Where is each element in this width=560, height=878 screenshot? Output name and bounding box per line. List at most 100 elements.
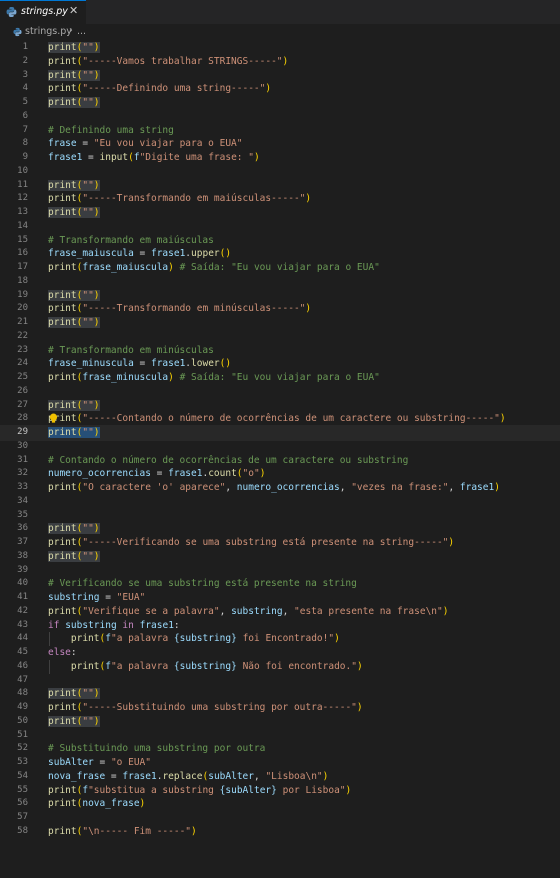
code-line-1[interactable]: 1 print(""): [0, 41, 560, 55]
code-text: print("-----Contando o número de ocorrên…: [48, 413, 506, 425]
code-line-43[interactable]: 43 if substring in frase1:: [0, 619, 560, 633]
code-text: # Contando o número de ocorrências de um…: [48, 454, 409, 466]
code-line-3[interactable]: 3 print(""): [0, 69, 560, 83]
line-number: 13: [17, 207, 28, 217]
code-line-51[interactable]: 51: [0, 729, 560, 743]
code-text: print(f"substitua a substring {subAlter}…: [48, 784, 352, 796]
code-line-29[interactable]: 29 print(""): [0, 425, 560, 441]
code-text: print("-----Transformando em maiúsculas-…: [48, 193, 312, 205]
breadcrumb: strings.py › ...: [0, 25, 560, 40]
code-text: print(frase_maiuscula) # Saída: "Eu vou …: [48, 262, 380, 273]
code-line-44[interactable]: 44 print(f"a palavra {substring} foi Enc…: [0, 632, 560, 646]
code-line-56[interactable]: 56 print(nova_frase): [0, 797, 560, 811]
code-line-23[interactable]: 23 # Transformando em minúsculas: [0, 344, 560, 358]
line-number: 30: [17, 440, 28, 451]
code-line-40[interactable]: 40 # Verificando se uma substring está pr…: [0, 577, 560, 591]
code-line-4[interactable]: 4 print("-----Definindo uma string-----"): [0, 82, 560, 96]
line-number: 54: [17, 770, 28, 781]
code-text: substring = "EUA": [48, 592, 146, 603]
code-text: # Definindo uma string: [48, 124, 174, 136]
code-text: frase1 = input(f"Digite uma frase: "): [48, 152, 260, 163]
code-line-8[interactable]: 8 frase = "Eu vou viajar para o EUA": [0, 137, 560, 151]
code-line-48[interactable]: 48 print(""): [0, 687, 560, 701]
code-line-37[interactable]: 37 print("-----Verificando se uma substri…: [0, 536, 560, 550]
code-line-22[interactable]: 22: [0, 330, 560, 344]
line-number: 49: [17, 702, 28, 712]
code-text: else:: [48, 647, 77, 658]
code-text: print(""): [48, 550, 100, 562]
code-line-10[interactable]: 10: [0, 165, 560, 179]
code-line-49[interactable]: 49 print("-----Substituindo uma substring…: [0, 701, 560, 715]
line-number: 51: [17, 729, 28, 740]
code-line-2[interactable]: 2 print("-----Vamos trabalhar STRINGS----…: [0, 55, 560, 69]
code-text: frase_minuscula = frase1.lower(): [48, 358, 232, 370]
code-text: nova_frase = frase1.replace(subAlter, "L…: [48, 770, 329, 782]
line-number: 29: [17, 427, 28, 437]
code-line-19[interactable]: 19 print(""): [0, 289, 560, 303]
code-line-21[interactable]: 21 print(""): [0, 316, 560, 330]
code-line-26[interactable]: 26: [0, 385, 560, 399]
code-line-57[interactable]: 57: [0, 811, 560, 825]
code-line-53[interactable]: 53 subAlter = "o EUA": [0, 756, 560, 770]
code-text: subAlter = "o EUA": [48, 757, 151, 768]
tab-strings-py[interactable]: strings.py ✕: [0, 0, 86, 24]
python-icon: [13, 27, 22, 37]
code-line-30[interactable]: 30: [0, 440, 560, 454]
code-line-46[interactable]: 46 print(f"a palavra {substring} Não foi…: [0, 660, 560, 674]
code-text: print(""): [48, 688, 100, 700]
code-line-11[interactable]: 11 print(""): [0, 179, 560, 193]
line-number: 7: [22, 124, 28, 135]
code-line-55[interactable]: 55 print(f"substitua a substring {subAlte…: [0, 784, 560, 798]
code-line-33[interactable]: 33 print("O caractere 'o' aparece", numer…: [0, 481, 560, 495]
code-line-24[interactable]: 24 frase_minuscula = frase1.lower(): [0, 357, 560, 371]
code-line-31[interactable]: 31 # Contando o número de ocorrências de …: [0, 454, 560, 468]
code-text: print(""): [48, 69, 100, 81]
close-icon[interactable]: ✕: [69, 4, 78, 17]
code-text: print(""): [48, 427, 100, 438]
line-number: 5: [22, 97, 28, 107]
code-line-7[interactable]: 7 # Definindo uma string: [0, 124, 560, 138]
code-line-18[interactable]: 18: [0, 275, 560, 289]
code-line-25[interactable]: 25 print(frase_minuscula) # Saída: "Eu vo…: [0, 371, 560, 385]
code-line-34[interactable]: 34: [0, 495, 560, 509]
code-line-32[interactable]: 32 numero_ocorrencias = frase1.count("o"): [0, 467, 560, 481]
code-text: print("-----Substituindo uma substring p…: [48, 702, 363, 713]
code-line-17[interactable]: 17 print(frase_maiuscula) # Saída: "Eu vo…: [0, 261, 560, 275]
line-number: 39: [17, 564, 28, 575]
code-line-20[interactable]: 20 print("-----Transformando em minúscula…: [0, 302, 560, 316]
code-line-41[interactable]: 41 substring = "EUA": [0, 591, 560, 605]
code-line-5[interactable]: 5 print(""): [0, 96, 560, 110]
code-text: print("\n----- Fim -----"): [48, 825, 197, 837]
code-line-12[interactable]: 12 print("-----Transformando em maiúscula…: [0, 192, 560, 206]
code-line-14[interactable]: 14: [0, 220, 560, 234]
code-line-39[interactable]: 39: [0, 564, 560, 578]
line-number: 19: [17, 289, 28, 300]
code-text: # Verificando se uma substring está pres…: [48, 578, 357, 590]
code-line-42[interactable]: 42 print("Verifique se a palavra", substr…: [0, 605, 560, 619]
code-line-52[interactable]: 52 # Substituindo uma substring por outra: [0, 742, 560, 756]
code-line-36[interactable]: 36 print(""): [0, 522, 560, 536]
code-line-45[interactable]: 45 else:: [0, 646, 560, 660]
code-text: frase = "Eu vou viajar para o EUA": [48, 138, 243, 150]
code-line-28[interactable]: 28 print("-----Contando o número de ocorr…: [0, 412, 560, 426]
breadcrumb-file[interactable]: strings.py: [25, 26, 72, 37]
code-line-13[interactable]: 13 print(""): [0, 206, 560, 220]
line-number: 8: [22, 138, 28, 149]
code-line-58[interactable]: 58 print("\n----- Fim -----"): [0, 825, 560, 839]
line-number: 41: [17, 592, 28, 602]
code-line-54[interactable]: 54 nova_frase = frase1.replace(subAlter, …: [0, 770, 560, 784]
line-number: 52: [17, 743, 28, 754]
code-line-50[interactable]: 50 print(""): [0, 715, 560, 729]
code-line-15[interactable]: 15 # Transformando em maiúsculas: [0, 234, 560, 248]
code-line-6[interactable]: 6: [0, 110, 560, 124]
line-number: 18: [17, 275, 28, 286]
code-text: numero_ocorrencias = frase1.count("o"): [48, 468, 266, 480]
code-line-16[interactable]: 16 frase_maiuscula = frase1.upper(): [0, 247, 560, 261]
code-line-38[interactable]: 38 print(""): [0, 550, 560, 564]
breadcrumb-symbols[interactable]: ...: [77, 26, 86, 37]
code-line-9[interactable]: 9 frase1 = input(f"Digite uma frase: "): [0, 151, 560, 165]
code-line-47[interactable]: 47: [0, 674, 560, 688]
code-line-35[interactable]: 35: [0, 509, 560, 523]
lightbulb-icon[interactable]: [49, 413, 58, 424]
code-line-27[interactable]: 27 print(""): [0, 399, 560, 413]
